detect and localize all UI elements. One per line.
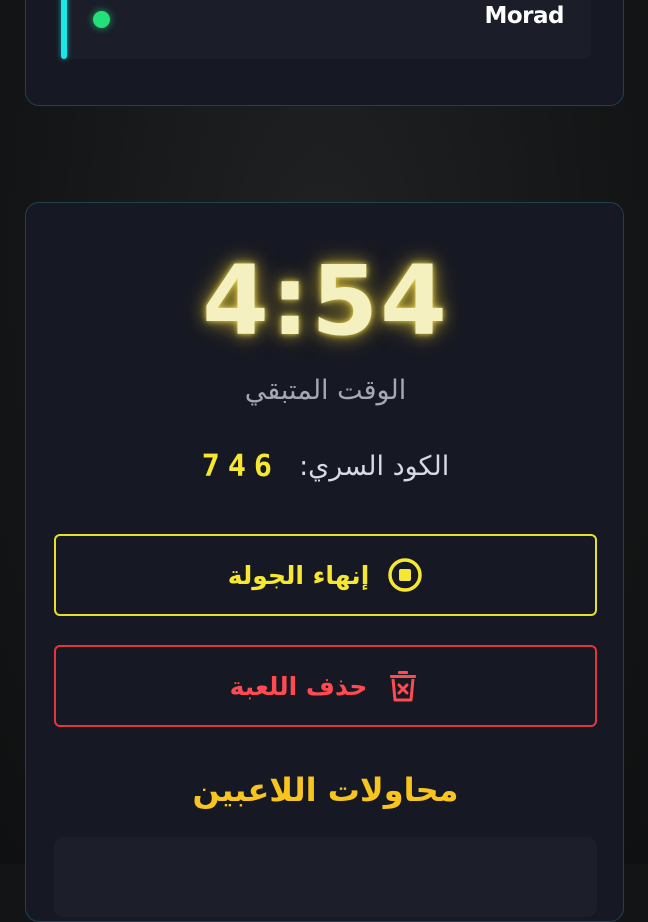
stop-circle-icon	[387, 557, 423, 593]
online-status-dot	[93, 11, 110, 28]
secret-code-label: الكود السري:	[299, 451, 450, 482]
delete-game-button[interactable]: حذف اللعبة	[54, 645, 597, 727]
end-round-button[interactable]: إنهاء الجولة	[54, 534, 597, 616]
delete-game-label: حذف اللعبة	[229, 671, 368, 701]
end-round-label: إنهاء الجولة	[227, 560, 370, 590]
game-control-card: 4:54 الوقت المتبقي الكود السري: 746 إنها…	[25, 202, 624, 922]
player-name: Morad	[484, 3, 564, 29]
players-card: Morad	[25, 0, 624, 106]
trash-icon	[385, 668, 421, 704]
secret-code-row: الكود السري: 746	[26, 449, 625, 484]
player-attempts-panel	[54, 837, 597, 917]
secret-code-value: 746	[201, 449, 280, 484]
player-row-accent	[61, 0, 67, 59]
player-attempts-title: محاولات اللاعبين	[192, 771, 459, 809]
time-remaining-label: الوقت المتبقي	[244, 375, 407, 406]
countdown-timer: 4:54	[202, 245, 449, 357]
player-row[interactable]: Morad	[61, 0, 591, 59]
